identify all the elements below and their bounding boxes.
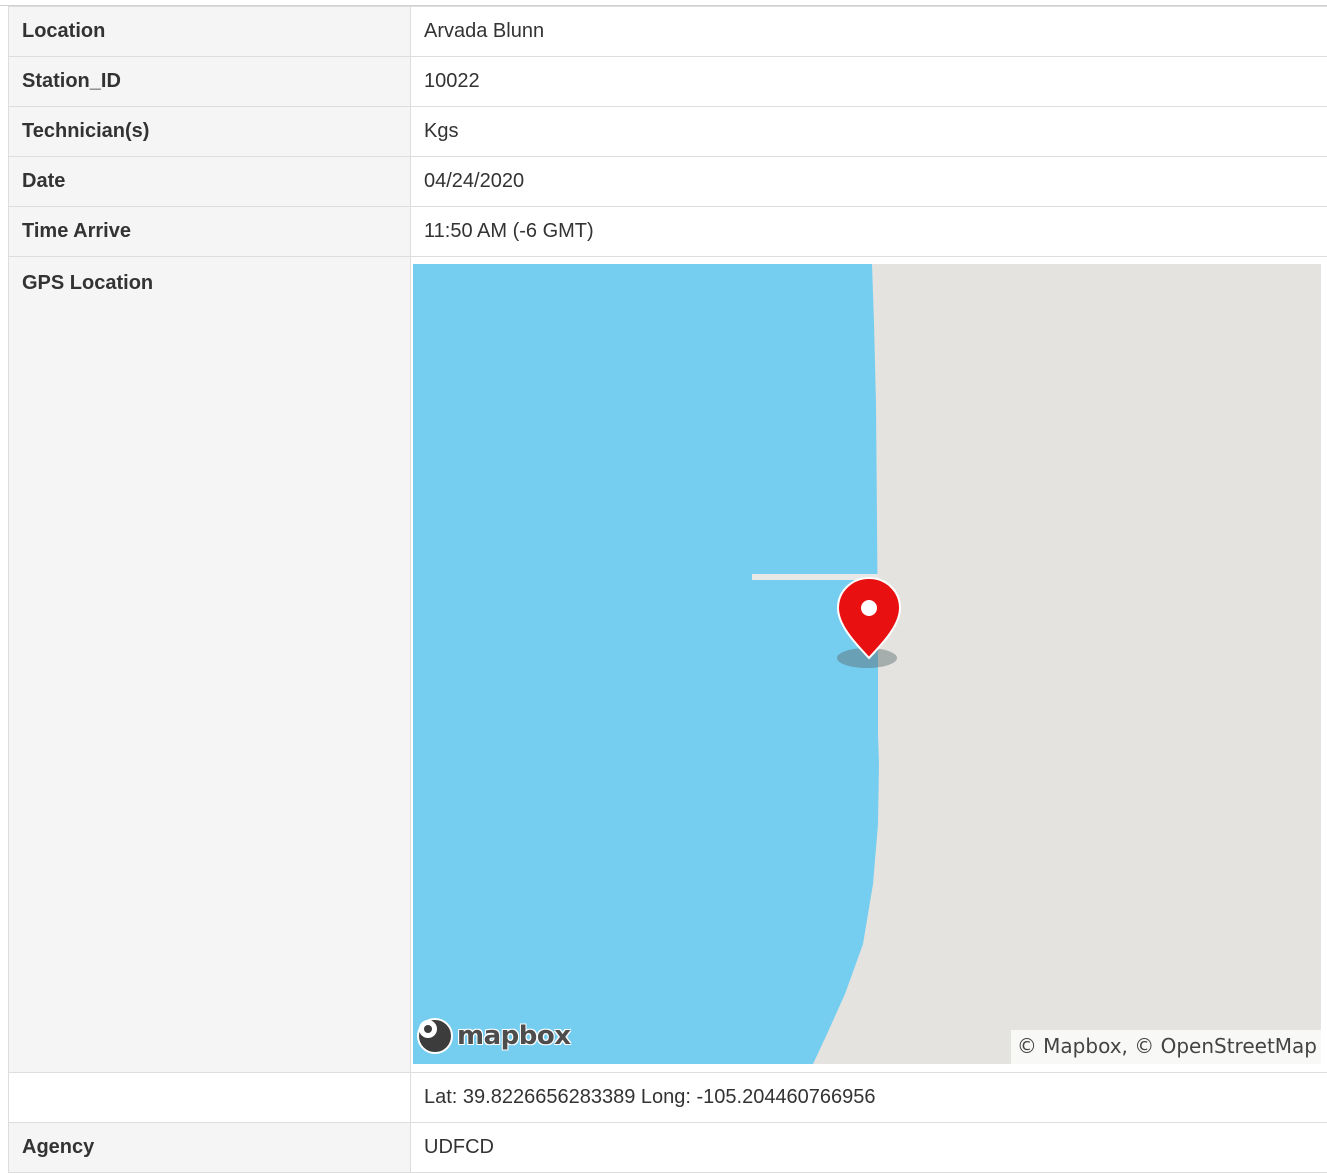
agency-value: UDFCD: [411, 1123, 1327, 1173]
technicians-label: Technician(s): [9, 107, 411, 157]
table-row: GPS Location: [9, 257, 1327, 1073]
table-row: Time Arrive 11:50 AM (-6 GMT): [9, 207, 1327, 257]
table-row: Date 04/24/2020: [9, 157, 1327, 207]
station-id-value: 10022: [411, 57, 1327, 107]
coordinates-label: [9, 1073, 411, 1123]
map-attribution[interactable]: © Mapbox, © OpenStreetMap: [1011, 1030, 1321, 1064]
station-id-label: Station_ID: [9, 57, 411, 107]
table-row: Technician(s) Kgs: [9, 107, 1327, 157]
location-label: Location: [9, 7, 411, 57]
date-value: 04/24/2020: [411, 157, 1327, 207]
mapbox-logo-text: mapbox: [457, 1021, 571, 1051]
coordinates-value: Lat: 39.8226656283389 Long: -105.2044607…: [411, 1073, 1327, 1123]
location-value: Arvada Blunn: [411, 7, 1327, 57]
gps-map[interactable]: mapbox © Mapbox, © OpenStreetMap: [413, 264, 1321, 1064]
technicians-value: Kgs: [411, 107, 1327, 157]
table-row: Agency UDFCD: [9, 1123, 1327, 1173]
mapbox-logo-icon: [417, 1018, 453, 1054]
agency-label: Agency: [9, 1123, 411, 1173]
table-row: Lat: 39.8226656283389 Long: -105.2044607…: [9, 1073, 1327, 1123]
table-row: Station_ID 10022: [9, 57, 1327, 107]
time-arrive-label: Time Arrive: [9, 207, 411, 257]
table-row: Location Arvada Blunn: [9, 7, 1327, 57]
gps-location-label: GPS Location: [9, 257, 411, 1073]
gps-location-cell: mapbox © Mapbox, © OpenStreetMap: [411, 257, 1327, 1073]
date-label: Date: [9, 157, 411, 207]
station-visit-table: Location Arvada Blunn Station_ID 10022 T…: [8, 6, 1327, 1173]
map-canvas: [413, 264, 1321, 1064]
time-arrive-value: 11:50 AM (-6 GMT): [411, 207, 1327, 257]
water-area: [413, 264, 879, 1064]
mapbox-logo[interactable]: mapbox: [417, 1018, 571, 1054]
